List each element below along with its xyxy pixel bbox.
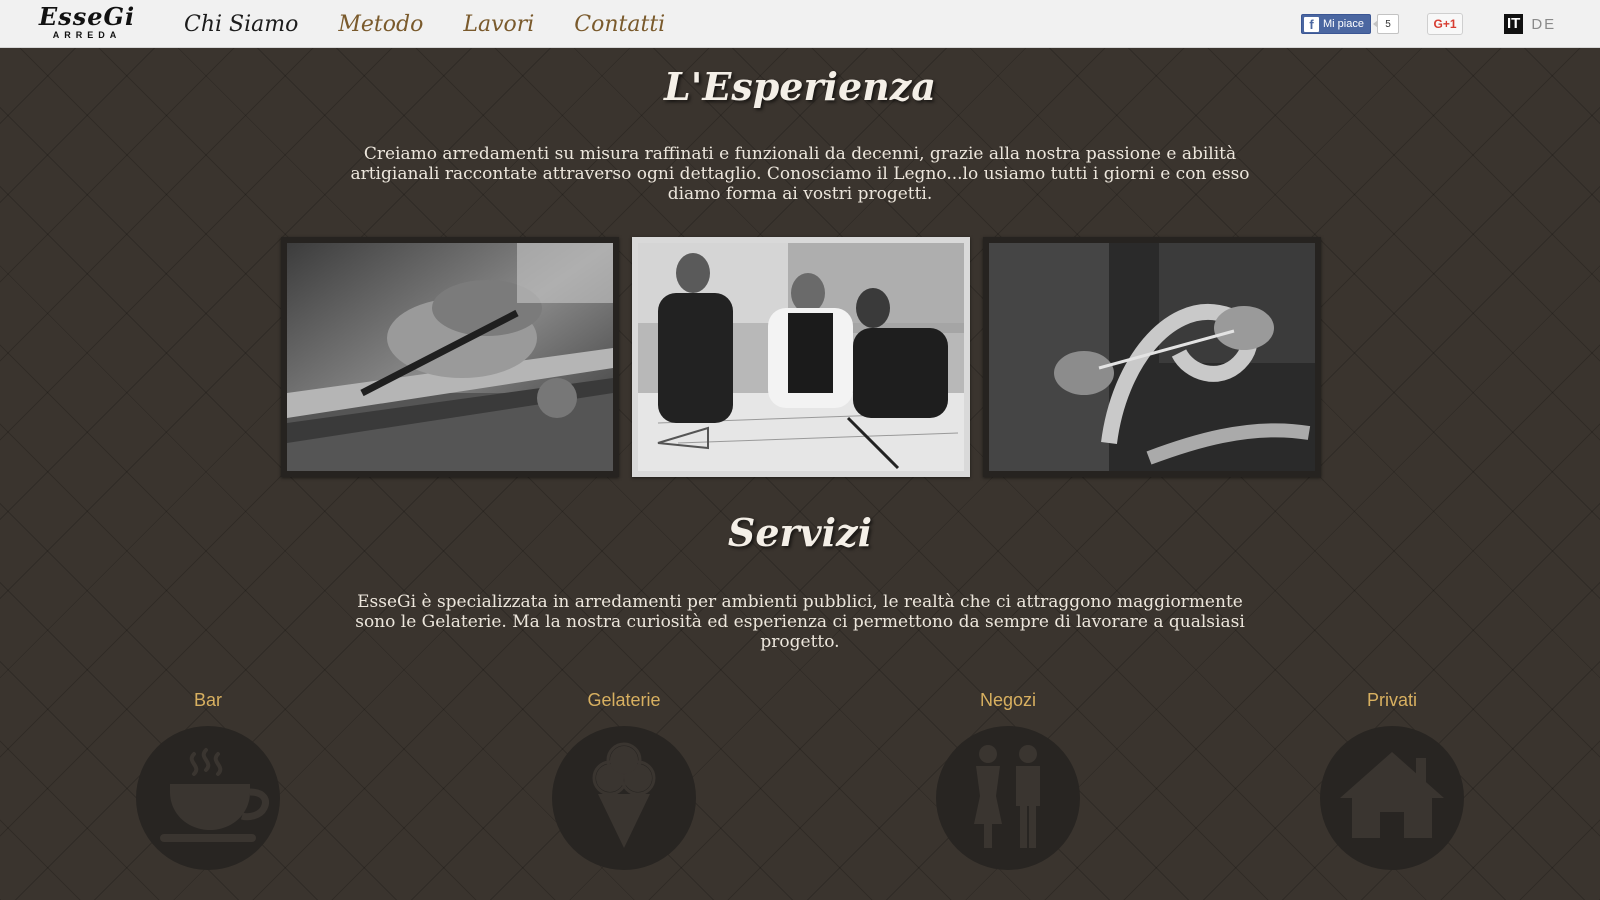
servizi-text: EsseGi è specializzata in arredamenti pe… bbox=[355, 592, 1245, 652]
facebook-like-label: Mi piace bbox=[1323, 18, 1364, 30]
nav-contatti[interactable]: Contatti bbox=[574, 12, 665, 37]
ice-cream-icon[interactable] bbox=[552, 726, 696, 870]
logo-main-text: EsseGi bbox=[38, 2, 136, 31]
nav-metodo[interactable]: Metodo bbox=[338, 12, 423, 37]
language-switcher: IT DE bbox=[1504, 14, 1556, 34]
facebook-like-button[interactable]: f Mi piace bbox=[1301, 14, 1371, 34]
language-de[interactable]: DE bbox=[1531, 16, 1556, 33]
photo-frame-2 bbox=[632, 237, 970, 477]
service-bar[interactable]: Bar bbox=[133, 690, 283, 870]
service-negozi[interactable]: Negozi bbox=[933, 690, 1083, 870]
service-bar-label: Bar bbox=[193, 690, 222, 710]
facebook-like-count: 5 bbox=[1372, 14, 1399, 34]
esperienza-title: L'Esperienza bbox=[664, 64, 936, 109]
photo-frame-3 bbox=[983, 237, 1321, 477]
coffee-cup-icon[interactable] bbox=[136, 726, 280, 870]
people-icon[interactable] bbox=[936, 726, 1080, 870]
house-icon[interactable] bbox=[1320, 726, 1464, 870]
google-plus-button[interactable]: G+1 bbox=[1427, 13, 1463, 35]
nav-chi-siamo[interactable]: Chi Siamo bbox=[184, 12, 298, 37]
photo-carpenter-pencil bbox=[287, 243, 613, 471]
service-gelaterie-label: Gelaterie bbox=[587, 690, 661, 710]
essegi-logo[interactable]: EsseGi ARREDA bbox=[32, 4, 142, 44]
facebook-like-widget: f Mi piace 5 bbox=[1301, 14, 1399, 34]
top-navigation-bar: EsseGi ARREDA Chi Siamo Metodo Lavori Co… bbox=[0, 0, 1600, 48]
service-privati-label: Privati bbox=[1366, 690, 1417, 710]
photo-wood-carving bbox=[989, 243, 1315, 471]
main-nav: Chi Siamo Metodo Lavori Contatti bbox=[184, 6, 665, 42]
nav-lavori[interactable]: Lavori bbox=[463, 12, 534, 37]
language-it[interactable]: IT bbox=[1504, 14, 1524, 34]
logo-sub-text: ARREDA bbox=[52, 30, 122, 40]
photo-team-blueprints bbox=[638, 243, 964, 471]
servizi-title: Servizi bbox=[727, 510, 873, 555]
service-privati[interactable]: Privati bbox=[1317, 690, 1467, 870]
esperienza-text: Creiamo arredamenti su misura raffinati … bbox=[350, 144, 1250, 204]
photo-frame-1 bbox=[281, 237, 619, 477]
service-negozi-label: Negozi bbox=[979, 690, 1037, 710]
facebook-icon: f bbox=[1304, 16, 1319, 32]
service-gelaterie[interactable]: Gelaterie bbox=[549, 690, 699, 870]
